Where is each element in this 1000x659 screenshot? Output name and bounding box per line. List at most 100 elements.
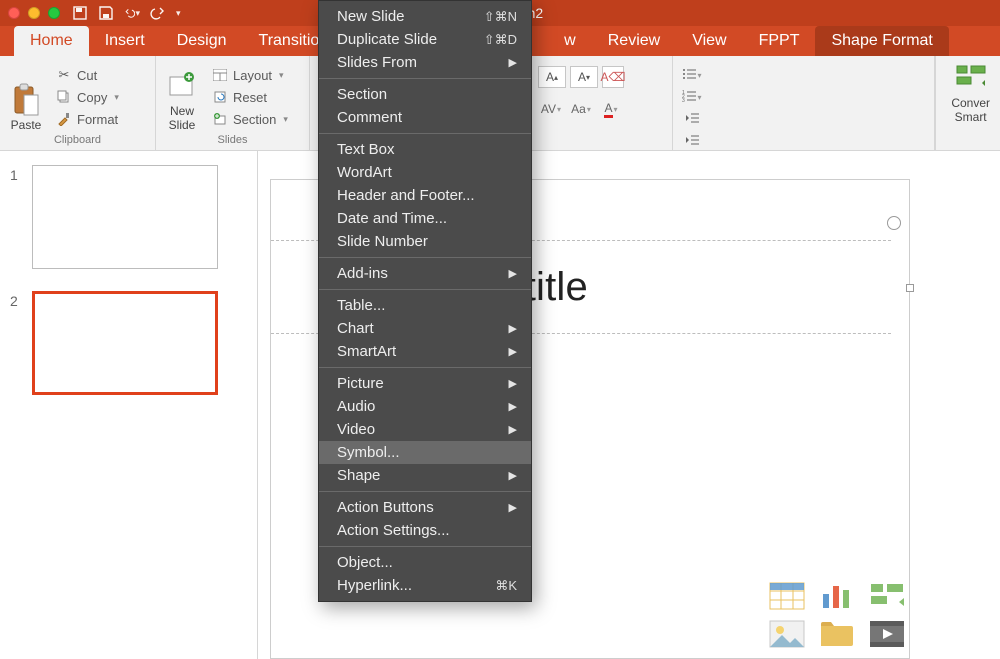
redo-icon[interactable] bbox=[150, 5, 166, 21]
tab-design[interactable]: Design bbox=[161, 26, 243, 56]
menu-date-time[interactable]: Date and Time... bbox=[319, 207, 531, 230]
scissors-icon: ✂︎ bbox=[56, 67, 72, 83]
format-painter-button[interactable]: Format bbox=[52, 110, 123, 128]
bullets-button[interactable]: ▾ bbox=[679, 64, 705, 86]
group-convert: Conver Smart bbox=[936, 56, 1000, 150]
group-slides: New Slide Layout▾ Reset Section▾ Slides bbox=[156, 56, 310, 150]
svg-text:3: 3 bbox=[682, 98, 685, 102]
numbering-button[interactable]: 123▾ bbox=[679, 86, 705, 108]
submenu-arrow-icon: ▶ bbox=[509, 56, 517, 69]
new-slide-icon bbox=[166, 70, 198, 102]
submenu-arrow-icon: ▶ bbox=[509, 501, 517, 514]
insert-picture-icon[interactable] bbox=[769, 620, 805, 648]
content-placeholder-icons bbox=[765, 572, 909, 658]
submenu-arrow-icon: ▶ bbox=[509, 345, 517, 358]
paste-label: Paste bbox=[11, 118, 42, 132]
slide-thumbnail-2[interactable]: 2 bbox=[10, 291, 239, 395]
menu-action-buttons[interactable]: Action Buttons▶ bbox=[319, 496, 531, 519]
window-controls bbox=[8, 7, 60, 19]
reset-button[interactable]: Reset bbox=[208, 88, 292, 106]
menu-new-slide[interactable]: New Slide⇧⌘N bbox=[319, 5, 531, 28]
save-icon[interactable] bbox=[98, 5, 114, 21]
copy-button[interactable]: Copy▾ bbox=[52, 88, 123, 106]
tab-shape-format[interactable]: Shape Format bbox=[815, 26, 948, 56]
submenu-arrow-icon: ▶ bbox=[509, 322, 517, 335]
copy-icon bbox=[56, 89, 72, 105]
menu-chart[interactable]: Chart▶ bbox=[319, 317, 531, 340]
menu-addins[interactable]: Add-ins▶ bbox=[319, 262, 531, 285]
clear-format-button[interactable]: A⌫ bbox=[602, 66, 624, 88]
group-clipboard-label: Clipboard bbox=[6, 134, 149, 148]
font-color-button[interactable]: A▾ bbox=[598, 98, 624, 120]
menu-text-box[interactable]: Text Box bbox=[319, 138, 531, 161]
tab-review[interactable]: Review bbox=[592, 26, 676, 56]
menu-wordart[interactable]: WordArt bbox=[319, 161, 531, 184]
thumbnail[interactable] bbox=[32, 165, 218, 269]
menu-hyperlink[interactable]: Hyperlink...⌘K bbox=[319, 574, 531, 597]
menu-shape[interactable]: Shape▶ bbox=[319, 464, 531, 487]
menu-section[interactable]: Section bbox=[319, 83, 531, 106]
decrease-indent-button[interactable] bbox=[679, 108, 705, 130]
rotate-handle[interactable] bbox=[887, 216, 901, 230]
menu-object[interactable]: Object... bbox=[319, 551, 531, 574]
minimize-window-button[interactable] bbox=[28, 7, 40, 19]
char-spacing-button[interactable]: AV▾ bbox=[538, 98, 564, 120]
autosave-icon[interactable] bbox=[72, 5, 88, 21]
shrink-font-button[interactable]: A▾ bbox=[570, 66, 598, 88]
increase-indent-button[interactable] bbox=[679, 130, 705, 152]
menu-duplicate-slide[interactable]: Duplicate Slide⇧⌘D bbox=[319, 28, 531, 51]
outdent-icon bbox=[685, 112, 699, 127]
slide-thumbnail-pane[interactable]: 1 2 bbox=[0, 151, 258, 659]
paste-button[interactable]: Paste bbox=[6, 60, 46, 134]
section-button[interactable]: Section▾ bbox=[208, 110, 292, 128]
menu-audio[interactable]: Audio▶ bbox=[319, 395, 531, 418]
close-window-button[interactable] bbox=[8, 7, 20, 19]
numbering-icon: 123 bbox=[682, 90, 696, 105]
layout-button[interactable]: Layout▾ bbox=[208, 66, 292, 84]
spacing-icon: AV bbox=[541, 102, 556, 116]
smartart-icon bbox=[955, 62, 987, 94]
submenu-arrow-icon: ▶ bbox=[509, 400, 517, 413]
menu-header-footer[interactable]: Header and Footer... bbox=[319, 184, 531, 207]
submenu-arrow-icon: ▶ bbox=[509, 377, 517, 390]
tab-fppt[interactable]: FPPT bbox=[743, 26, 816, 56]
menu-comment[interactable]: Comment bbox=[319, 106, 531, 129]
insert-smartart-icon[interactable] bbox=[869, 582, 905, 610]
insert-table-icon[interactable] bbox=[769, 582, 805, 610]
insert-online-picture-icon[interactable] bbox=[819, 620, 855, 648]
menu-picture[interactable]: Picture▶ bbox=[319, 372, 531, 395]
thumbnail[interactable] bbox=[32, 291, 218, 395]
zoom-window-button[interactable] bbox=[48, 7, 60, 19]
menu-symbol[interactable]: Symbol... bbox=[319, 441, 531, 464]
menu-slide-number[interactable]: Slide Number bbox=[319, 230, 531, 253]
change-case-button[interactable]: Aa▾ bbox=[568, 98, 594, 120]
resize-handle-right[interactable] bbox=[906, 284, 914, 292]
menu-smartart[interactable]: SmartArt▶ bbox=[319, 340, 531, 363]
menu-video[interactable]: Video▶ bbox=[319, 418, 531, 441]
reset-icon bbox=[212, 89, 228, 105]
tab-home[interactable]: Home bbox=[14, 26, 89, 56]
undo-icon[interactable]: ▾ bbox=[124, 5, 140, 21]
menu-action-settings[interactable]: Action Settings... bbox=[319, 519, 531, 542]
bullets-icon bbox=[682, 68, 696, 83]
menu-slides-from[interactable]: Slides From▶ bbox=[319, 51, 531, 74]
tab-view[interactable]: View bbox=[676, 26, 742, 56]
new-slide-button[interactable]: New Slide bbox=[162, 60, 202, 134]
insert-video-icon[interactable] bbox=[869, 620, 905, 648]
insert-chart-icon[interactable] bbox=[819, 582, 855, 610]
menu-table[interactable]: Table... bbox=[319, 294, 531, 317]
slide-thumbnail-1[interactable]: 1 bbox=[10, 165, 239, 269]
indent-icon bbox=[685, 134, 699, 149]
paste-icon bbox=[10, 84, 42, 116]
submenu-arrow-icon: ▶ bbox=[509, 267, 517, 280]
tab-insert[interactable]: Insert bbox=[89, 26, 161, 56]
submenu-arrow-icon: ▶ bbox=[509, 469, 517, 482]
qat-customize-icon[interactable]: ▾ bbox=[176, 8, 181, 19]
quick-access-toolbar: ▾ ▾ bbox=[72, 5, 181, 21]
convert-smartart-button[interactable]: Conver Smart bbox=[947, 60, 994, 126]
group-paragraph: ▾ 123▾ ▾ llA▾ ▾ ▾ A▾ Paragraph bbox=[673, 56, 935, 150]
eraser-icon: A⌫ bbox=[601, 70, 626, 84]
cut-button[interactable]: ✂︎Cut bbox=[52, 66, 123, 84]
group-slides-label: Slides bbox=[162, 134, 303, 148]
grow-font-button[interactable]: A▴ bbox=[538, 66, 566, 88]
